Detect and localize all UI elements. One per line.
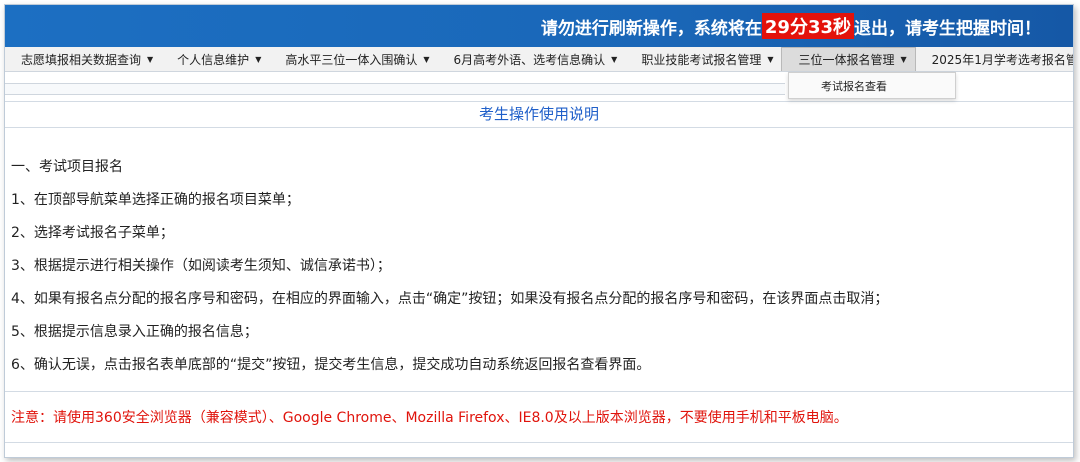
banner-suffix: 退出，请考生把握时间！ [854, 18, 1041, 39]
instruction-line: 2、选择考试报名子菜单； [11, 225, 174, 241]
caret-down-icon: ▼ [900, 55, 907, 64]
caret-down-icon: ▼ [147, 54, 154, 64]
instruction-heading: 一、考试项目报名 [11, 159, 123, 175]
nav-item-2025-exam[interactable]: 2025年1月学考选考报名管理 [916, 47, 1073, 71]
nav-item-label: 6月高考外语、选考信息确认 [453, 52, 606, 67]
page-title: 考生操作使用说明 [5, 101, 1073, 128]
nav-item-label: 个人信息维护 [177, 52, 250, 67]
nav-item-label: 职业技能考试报名管理 [641, 52, 762, 67]
instruction-line: 5、根据提示信息录入正确的报名信息； [11, 324, 258, 340]
instruction-line: 1、在顶部导航菜单选择正确的报名项目菜单； [11, 192, 300, 208]
banner-prefix: 请勿进行刷新操作，系统将在 [540, 18, 762, 39]
nav-item-label: 志愿填报相关数据查询 [21, 52, 142, 67]
caret-down-icon: ▼ [611, 54, 618, 64]
nav-item-label: 2025年1月学考选考报名管理 [931, 52, 1073, 67]
sub-bar [5, 83, 785, 95]
countdown-timer: 29分33秒 [761, 13, 854, 39]
instruction-line: 4、如果有报名点分配的报名序号和密码，在相应的界面输入，点击“确定”按钮；如果没… [11, 291, 889, 307]
nav-item-sanwei-yiti[interactable]: 三位一体报名管理 ▼ [781, 47, 916, 71]
divider [5, 442, 1073, 443]
browser-note: 注意：请使用360安全浏览器（兼容模式）、Google Chrome、Mozil… [11, 410, 848, 426]
page-frame: 请勿进行刷新操作，系统将在 29分33秒 退出，请考生把握时间！ 志愿填报相关数… [4, 4, 1074, 458]
caret-down-icon: ▼ [767, 54, 774, 64]
caret-down-icon: ▼ [255, 54, 262, 64]
nav-item-data-query[interactable]: 志愿填报相关数据查询 ▼ [5, 47, 161, 71]
dropdown-item-exam-view[interactable]: 考试报名查看 [788, 72, 956, 99]
nav-item-label: 高水平三位一体入围确认 [285, 52, 418, 67]
instruction-line: 6、确认无误，点击报名表单底部的“提交”按钮，提交考生信息，提交成功自动系统返回… [11, 357, 651, 373]
nav-item-june-exam-confirm[interactable]: 6月高考外语、选考信息确认 ▼ [438, 47, 626, 71]
instruction-line: 3、根据提示进行相关操作（如阅读考生须知、诚信承诺书）； [11, 258, 391, 274]
divider [5, 391, 1073, 392]
nav-item-high-level-confirm[interactable]: 高水平三位一体入围确认 ▼ [269, 47, 437, 71]
timeout-banner: 请勿进行刷新操作，系统将在 29分33秒 退出，请考生把握时间！ [5, 5, 1073, 47]
nav-item-label: 三位一体报名管理 [798, 53, 895, 67]
nav-item-personal-info[interactable]: 个人信息维护 ▼ [161, 47, 269, 71]
caret-down-icon: ▼ [423, 54, 430, 64]
instructions: 一、考试项目报名 1、在顶部导航菜单选择正确的报名项目菜单； 2、选择考试报名子… [11, 151, 888, 382]
top-nav: 志愿填报相关数据查询 ▼ 个人信息维护 ▼ 高水平三位一体入围确认 ▼ 6月高考外语、… [5, 47, 1073, 72]
nav-item-vocational-exam[interactable]: 职业技能考试报名管理 ▼ [625, 47, 781, 71]
dropdown-item-label: 考试报名查看 [821, 79, 887, 93]
